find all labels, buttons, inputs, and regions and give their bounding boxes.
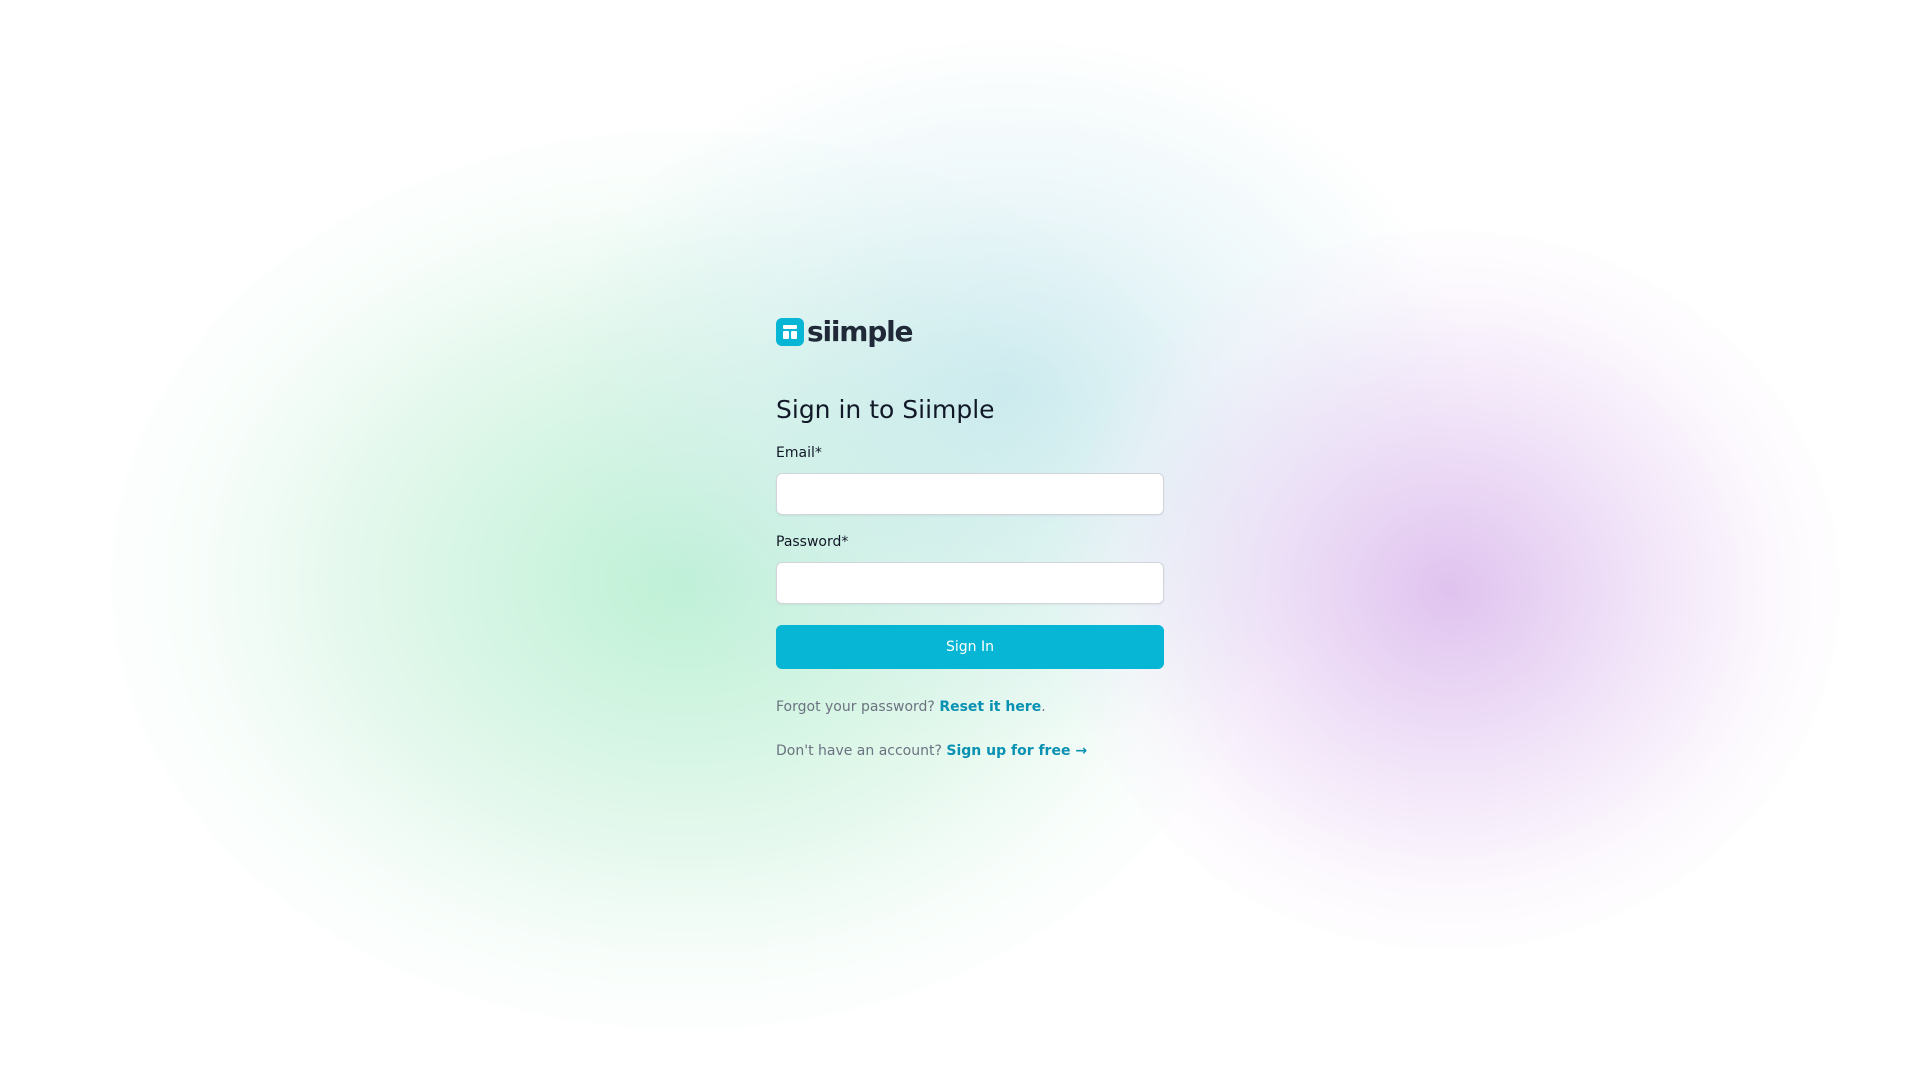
background-purple-glow [1060, 230, 1840, 950]
layout-grid-icon [776, 318, 804, 346]
signup-row: Don't have an account? Sign up for free … [776, 741, 1164, 761]
forgot-password-text: Forgot your password? [776, 699, 935, 715]
reset-password-link[interactable]: Reset it here [939, 699, 1041, 715]
brand-logo-text: siimple [807, 315, 913, 348]
forgot-password-suffix: . [1041, 699, 1046, 715]
sign-in-button[interactable]: Sign In [776, 625, 1164, 669]
email-label: Email* [776, 445, 822, 461]
email-field[interactable] [776, 473, 1164, 515]
password-field[interactable] [776, 562, 1164, 604]
sign-in-form: siimple Sign in to Siimple Email* Passwo… [776, 316, 1164, 761]
login-page: siimple Sign in to Siimple Email* Passwo… [0, 0, 1920, 1080]
signup-link[interactable]: Sign up for free → [946, 743, 1087, 759]
password-label: Password* [776, 534, 849, 550]
signup-text: Don't have an account? [776, 743, 942, 759]
page-title: Sign in to Siimple [776, 395, 995, 424]
forgot-password-row: Forgot your password? Reset it here. [776, 697, 1164, 717]
brand-logo: siimple [776, 316, 1164, 348]
